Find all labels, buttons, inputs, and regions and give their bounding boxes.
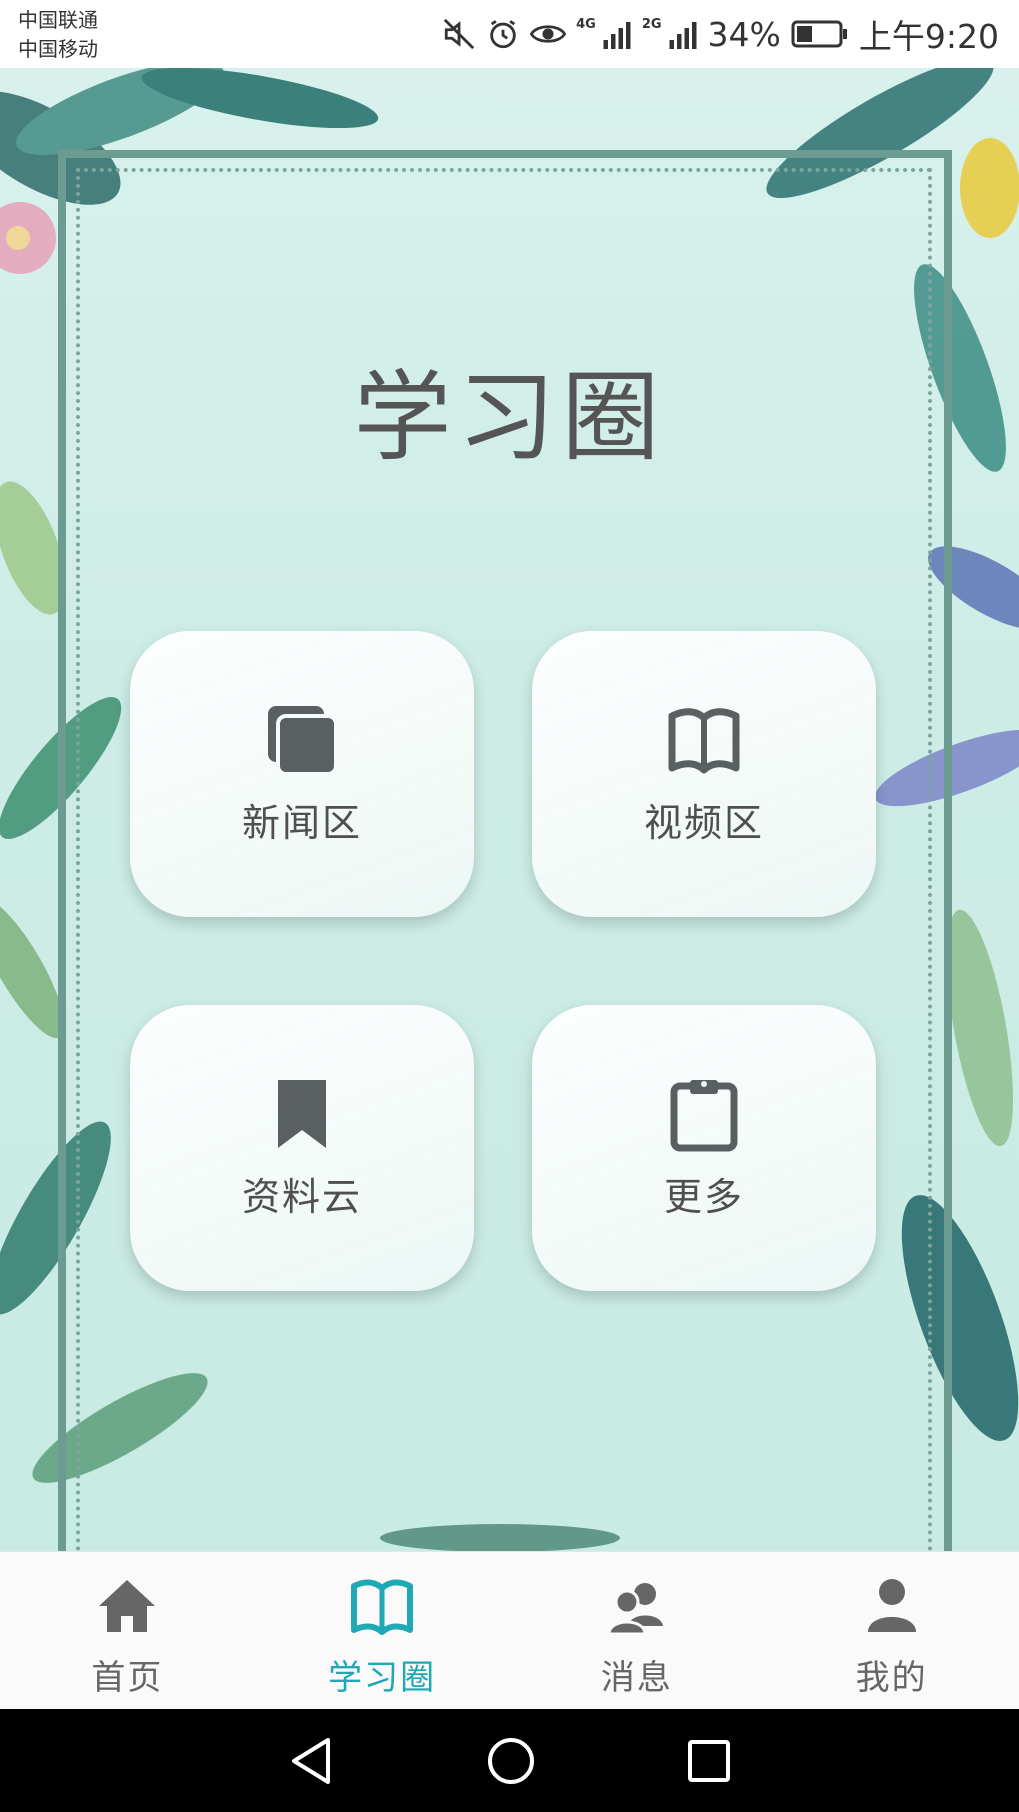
tile-label: 视频区 <box>643 800 764 845</box>
status-icons: 4G 2G 34% 上午9:20 <box>442 0 999 68</box>
tile-label: 更多 <box>663 1174 744 1219</box>
tile-label: 资料云 <box>241 1174 362 1219</box>
nav-study-circle[interactable]: 学习圈 <box>255 1552 510 1710</box>
system-navigation-bar <box>0 1709 1019 1812</box>
carrier-2: 中国移动 <box>18 37 98 61</box>
home-circle-icon[interactable] <box>486 1736 536 1786</box>
nav-messages[interactable]: 消息 <box>510 1552 765 1710</box>
network-type-1: 4G <box>576 16 596 32</box>
nav-label: 我的 <box>855 1658 928 1698</box>
signal-icon <box>603 22 631 49</box>
recents-icon[interactable] <box>686 1738 732 1784</box>
status-bar: 中国联通 中国移动 4G 2G 34% 上午9:20 <box>0 0 1019 68</box>
docs-cloud-button[interactable]: 资料云 <box>130 1005 474 1291</box>
carrier-1: 中国联通 <box>18 8 98 32</box>
nav-label: 首页 <box>91 1658 164 1698</box>
open-book-icon <box>668 707 740 773</box>
nav-label: 消息 <box>600 1658 673 1698</box>
people-icon <box>607 1583 663 1636</box>
bottom-navigation: 首页 学习圈 消息 我的 <box>0 1551 1019 1710</box>
news-section-button[interactable]: 新闻区 <box>130 631 474 917</box>
back-icon[interactable] <box>288 1736 336 1786</box>
nav-profile[interactable]: 我的 <box>764 1552 1019 1710</box>
home-icon <box>99 1580 156 1632</box>
person-icon <box>867 1579 916 1632</box>
signal-icon <box>669 22 697 49</box>
mute-icon <box>443 18 475 50</box>
news-stack-icon <box>268 705 338 776</box>
bookmark-icon <box>278 1079 326 1148</box>
more-button[interactable]: 更多 <box>532 1005 876 1291</box>
clipboard-icon <box>670 1079 738 1151</box>
nav-label: 学习圈 <box>328 1658 437 1698</box>
battery-percent: 34% <box>707 14 781 54</box>
clock: 上午9:20 <box>858 17 999 56</box>
video-section-button[interactable]: 视频区 <box>532 631 876 917</box>
carrier-info: 中国联通 中国移动 <box>18 6 98 64</box>
network-type-2: 2G <box>641 16 662 32</box>
eye-comfort-icon <box>530 25 567 43</box>
nav-home[interactable]: 首页 <box>0 1552 255 1710</box>
main-content: 学习圈 新闻区 视频区 资料云 更多 <box>0 68 1019 1551</box>
tile-label: 新闻区 <box>241 800 362 845</box>
battery-icon <box>791 20 847 48</box>
open-book-icon <box>351 1579 414 1635</box>
alarm-icon <box>490 20 516 49</box>
page-title: 学习圈 <box>353 361 666 475</box>
